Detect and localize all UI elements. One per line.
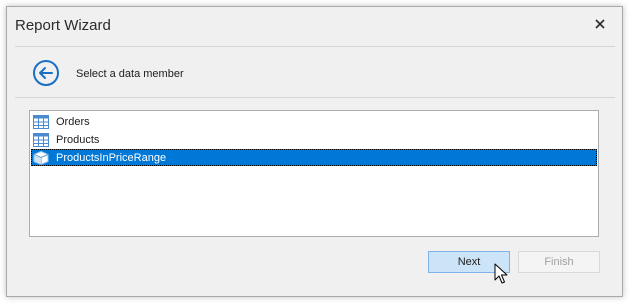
wizard-page-header: Select a data member	[15, 46, 615, 98]
list-item-productsinpricerange[interactable]: ProductsInPriceRange	[31, 149, 597, 166]
stored-procedure-icon	[33, 150, 49, 165]
title-bar: Report Wizard	[7, 7, 622, 45]
table-icon	[33, 114, 49, 129]
table-icon	[33, 132, 49, 147]
report-wizard-window: Report Wizard Select a data member Order…	[6, 6, 623, 297]
back-button[interactable]	[32, 59, 60, 87]
list-item-label: Products	[56, 133, 100, 146]
list-item-label: ProductsInPriceRange	[56, 151, 167, 164]
page-title: Select a data member	[76, 68, 184, 80]
back-arrow-icon	[33, 60, 59, 86]
close-button[interactable]	[592, 16, 608, 32]
list-item-orders[interactable]: Orders	[31, 113, 597, 130]
data-member-list[interactable]: Orders Products ProductsInPriceRange	[29, 110, 599, 237]
close-icon	[595, 19, 605, 29]
window-title: Report Wizard	[15, 17, 111, 34]
finish-button[interactable]: Finish	[518, 251, 600, 273]
mouse-cursor-icon	[494, 263, 508, 284]
list-item-products[interactable]: Products	[31, 131, 597, 148]
list-item-label: Orders	[56, 115, 90, 128]
